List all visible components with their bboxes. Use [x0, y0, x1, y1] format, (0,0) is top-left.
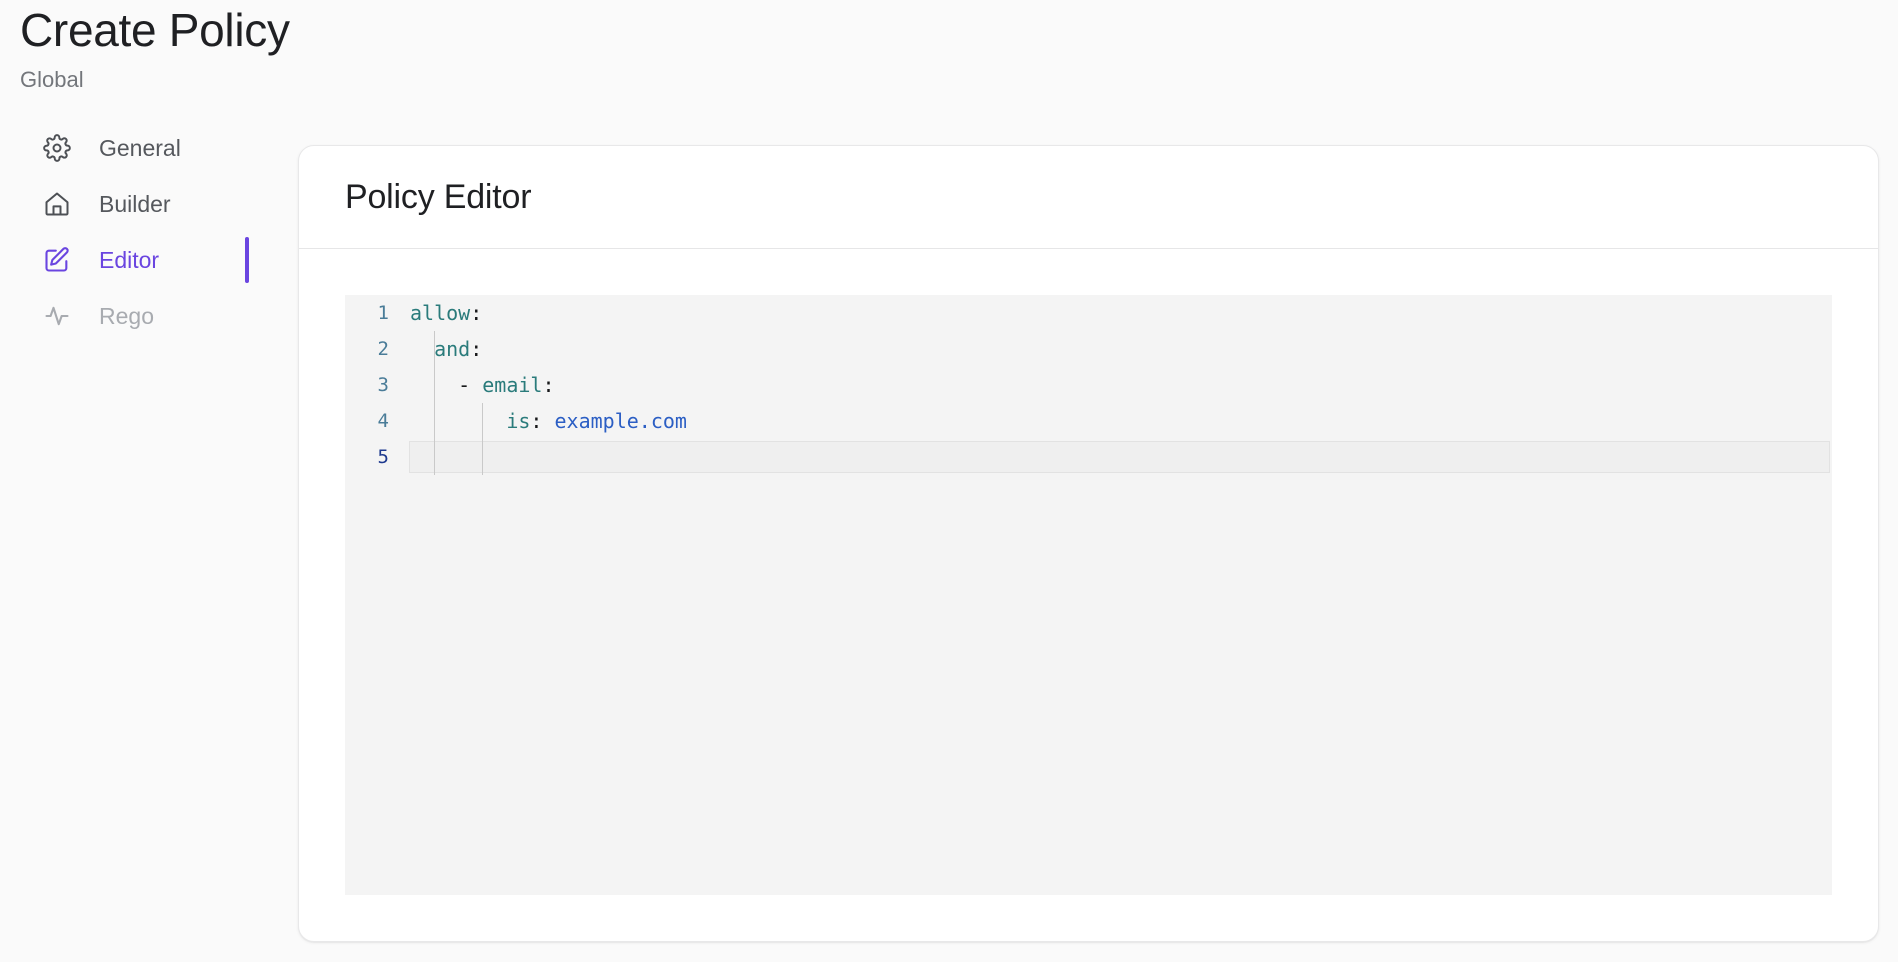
- code-token-key: and: [434, 331, 470, 367]
- code-line[interactable]: 3 - email:: [345, 367, 1832, 403]
- sidebar-item-builder[interactable]: Builder: [20, 176, 270, 232]
- sidebar-item-label: General: [99, 137, 181, 160]
- policy-editor-card: Policy Editor 1allow:2 and:3 - email:4 i…: [298, 145, 1879, 942]
- page-title: Create Policy: [20, 4, 720, 57]
- line-number: 2: [345, 331, 409, 367]
- card-header: Policy Editor: [299, 146, 1878, 249]
- code-token-plain: [470, 367, 482, 403]
- code-token-key: email: [482, 367, 542, 403]
- code-token-punct: :: [542, 367, 554, 403]
- code-token-punct: :: [470, 331, 482, 367]
- sidebar-item-rego: Rego: [20, 288, 270, 344]
- sidebar-item-label: Editor: [99, 249, 159, 272]
- pencil-square-icon: [42, 245, 72, 275]
- sidebar-item-general[interactable]: General: [20, 120, 270, 176]
- code-token-plain: [410, 331, 434, 367]
- line-number: 4: [345, 403, 409, 439]
- code-line[interactable]: 2 and:: [345, 331, 1832, 367]
- policy-sidebar-nav: General Builder Editor Rego: [20, 120, 270, 344]
- line-number: 3: [345, 367, 409, 403]
- gear-icon: [42, 133, 72, 163]
- sidebar-item-label: Builder: [99, 193, 171, 216]
- card-title: Policy Editor: [345, 180, 531, 214]
- code-token-dash: -: [458, 367, 470, 403]
- code-token-key: allow: [410, 295, 470, 331]
- code-line-content[interactable]: - email:: [409, 367, 1832, 403]
- code-line-content[interactable]: is: example.com: [409, 403, 1832, 439]
- page-subtitle: Global: [20, 67, 720, 93]
- code-line[interactable]: 4 is: example.com: [345, 403, 1832, 439]
- code-line-content[interactable]: allow:: [409, 295, 1832, 331]
- create-policy-page: Create Policy Global General Builder Edito…: [0, 0, 1898, 962]
- code-line[interactable]: 1allow:: [345, 295, 1832, 331]
- code-line-content[interactable]: [409, 441, 1830, 473]
- sidebar-item-label: Rego: [99, 305, 154, 328]
- code-token-punct: :: [470, 295, 482, 331]
- code-line[interactable]: 5: [345, 439, 1832, 475]
- line-number: 5: [345, 439, 409, 475]
- code-token-plain: [410, 403, 506, 439]
- page-header: Create Policy Global: [20, 4, 720, 93]
- code-line-content[interactable]: and:: [409, 331, 1832, 367]
- line-number: 1: [345, 295, 409, 331]
- code-token-key: is: [506, 403, 530, 439]
- yaml-code-editor[interactable]: 1allow:2 and:3 - email:4 is: example.com…: [345, 295, 1832, 895]
- sidebar-item-editor[interactable]: Editor: [20, 232, 270, 288]
- card-body: 1allow:2 and:3 - email:4 is: example.com…: [299, 249, 1878, 941]
- code-token-value: example.com: [555, 403, 687, 439]
- sidebar-active-indicator: [245, 237, 249, 283]
- indent-guide: [434, 331, 435, 475]
- indent-guide: [482, 403, 483, 475]
- home-icon: [42, 189, 72, 219]
- code-token-plain: [542, 403, 554, 439]
- activity-pulse-icon: [42, 301, 72, 331]
- code-token-punct: :: [530, 403, 542, 439]
